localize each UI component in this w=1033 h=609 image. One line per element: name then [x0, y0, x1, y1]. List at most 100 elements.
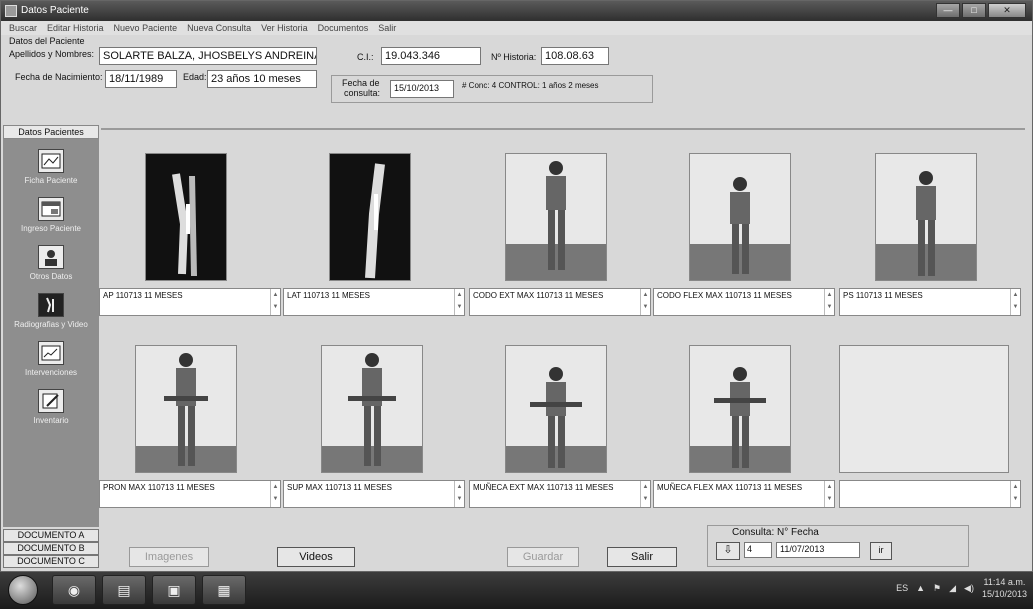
tab-documento-a[interactable]: DOCUMENTO A [3, 529, 99, 542]
caption-text: SUP MAX 110713 11 MESES [287, 483, 392, 492]
caption-field[interactable]: AP 110713 11 MESES ▲ ▼ [99, 288, 281, 316]
close-button[interactable]: ✕ [988, 3, 1026, 18]
maximize-button[interactable]: □ [962, 3, 986, 18]
media-icon[interactable]: ▣ [152, 575, 196, 605]
consulta-down-icon[interactable]: ⇩ [716, 542, 740, 560]
photo-pron-max[interactable] [135, 345, 237, 473]
birth-label: Fecha de Nacimiento: [15, 72, 103, 82]
sidebar-item-otros-datos[interactable]: Otros Datos [3, 243, 99, 291]
tab-documento-c[interactable]: DOCUMENTO C [3, 555, 99, 568]
caption-scrollbar[interactable]: ▲ ▼ [270, 289, 280, 315]
consulta-go-button[interactable]: ir [870, 542, 892, 560]
name-label: Apellidos y Nombres: [9, 49, 95, 59]
caption-text: CODO FLEX MAX 110713 11 MESES [657, 291, 792, 300]
menu-salir[interactable]: Salir [378, 21, 396, 35]
volume-icon[interactable]: ◀) [964, 583, 974, 594]
caption-scrollbar[interactable]: ▲ ▼ [454, 481, 464, 507]
guardar-button[interactable]: Guardar [507, 547, 579, 567]
age-label: Edad: [183, 72, 207, 82]
id-card-icon [38, 149, 64, 173]
sidebar-item-ficha-paciente[interactable]: Ficha Paciente [3, 147, 99, 195]
photo-codo-ext[interactable] [505, 153, 607, 281]
caption-field[interactable]: CODO EXT MAX 110713 11 MESES ▲ ▼ [469, 288, 651, 316]
tray-arrow-icon[interactable]: ▲ [916, 583, 925, 593]
caption-field[interactable]: LAT 110713 11 MESES ▲ ▼ [283, 288, 465, 316]
consult-date-box: Fecha de consulta: 15/10/2013 # Conc: 4 … [331, 75, 653, 103]
caption-scrollbar[interactable]: ▲ ▼ [640, 481, 650, 507]
historia-field[interactable]: 108.08.63 [541, 47, 609, 65]
imagenes-button[interactable]: Imagenes [129, 547, 209, 567]
menu-buscar[interactable]: Buscar [9, 21, 37, 35]
sidebar-item-radiografias[interactable]: Radiografias y Video [3, 291, 99, 339]
clock-date: 15/10/2013 [981, 589, 1027, 599]
language-indicator[interactable]: ES [896, 583, 908, 593]
person-icon [38, 245, 64, 269]
consulta-label: Consulta: N° Fecha [732, 527, 819, 538]
photo-codo-flex[interactable] [689, 153, 791, 281]
caption-scrollbar[interactable]: ▲ ▼ [454, 289, 464, 315]
caption-scrollbar[interactable]: ▲ ▼ [1010, 289, 1020, 315]
menu-editar-historia[interactable]: Editar Historia [47, 21, 104, 35]
app-window-icon[interactable]: ▦ [202, 575, 246, 605]
network-icon[interactable]: ◢ [949, 583, 956, 594]
menu-nueva-consulta[interactable]: Nueva Consulta [187, 21, 251, 35]
consult-date-label: Fecha de [342, 78, 380, 88]
caption-field[interactable]: PRON MAX 110713 11 MESES ▲ ▼ [99, 480, 281, 508]
consult-date-field[interactable]: 15/10/2013 [390, 80, 454, 98]
caption-field[interactable]: ▲ ▼ [839, 480, 1021, 508]
clock-time: 11:14 a.m. [983, 577, 1026, 587]
consult-date-label-2: consulta: [344, 88, 381, 98]
menu-nuevo-paciente[interactable]: Nuevo Paciente [114, 21, 178, 35]
photo-empty-slot[interactable] [839, 345, 1009, 473]
minimize-button[interactable]: — [936, 3, 960, 18]
start-icon[interactable] [8, 575, 38, 605]
caption-field[interactable]: PS 110713 11 MESES ▲ ▼ [839, 288, 1021, 316]
caption-field[interactable]: MUÑECA EXT MAX 110713 11 MESES ▲ ▼ [469, 480, 651, 508]
sidebar-body: Ficha Paciente Ingreso Paciente Otros Da… [3, 139, 99, 527]
sidebar-item-inventario[interactable]: Inventario [3, 387, 99, 435]
caption-scrollbar[interactable]: ▲ ▼ [824, 289, 834, 315]
caption-scrollbar[interactable]: ▲ ▼ [640, 289, 650, 315]
sidebar-item-label: Ingreso Paciente [20, 224, 82, 233]
salir-button[interactable]: Salir [607, 547, 677, 567]
photo-ap-xray[interactable] [145, 153, 227, 281]
photo-lat-xray[interactable] [329, 153, 411, 281]
sidebar-item-ingreso-paciente[interactable]: Ingreso Paciente [3, 195, 99, 243]
name-field[interactable]: SOLARTE BALZA, JHOSBELYS ANDREINA [99, 47, 317, 65]
consulta-date-field[interactable]: 11/07/2013 [776, 542, 860, 558]
ci-field[interactable]: 19.043.346 [381, 47, 481, 65]
caption-text: MUÑECA EXT MAX 110713 11 MESES [473, 483, 614, 492]
caption-scrollbar[interactable]: ▲ ▼ [824, 481, 834, 507]
sidebar-item-intervenciones[interactable]: Intervenciones [3, 339, 99, 387]
age-field[interactable]: 23 años 10 meses [207, 70, 317, 88]
tab-documento-b[interactable]: DOCUMENTO B [3, 542, 99, 555]
action-bar: Imagenes Videos Guardar Salir Consulta: … [101, 525, 1029, 571]
sidebar-header[interactable]: Datos Pacientes [3, 125, 99, 139]
menu-documentos[interactable]: Documentos [318, 21, 369, 35]
consult-info: # Conc: 4 CONTROL: 1 años 2 meses [462, 81, 599, 90]
sidebar: Datos Pacientes Ficha Paciente Ingreso P… [3, 125, 99, 571]
historia-label: Nº Historia: [491, 52, 537, 62]
photo-muneca-ext[interactable] [505, 345, 607, 473]
chart-icon [38, 341, 64, 365]
caption-field[interactable]: CODO FLEX MAX 110713 11 MESES ▲ ▼ [653, 288, 835, 316]
flag-icon[interactable]: ⚑ [933, 583, 941, 594]
sidebar-item-label: Ficha Paciente [24, 176, 78, 185]
caption-scrollbar[interactable]: ▲ ▼ [1010, 481, 1020, 507]
consulta-number-field[interactable]: 4 [744, 542, 772, 558]
clock[interactable]: 11:14 a.m. 15/10/2013 [982, 576, 1027, 600]
caption-field[interactable]: SUP MAX 110713 11 MESES ▲ ▼ [283, 480, 465, 508]
consulta-selector: Consulta: N° Fecha ⇩ 4 11/07/2013 ir [707, 525, 969, 567]
caption-field[interactable]: MUÑECA FLEX MAX 110713 11 MESES ▲ ▼ [653, 480, 835, 508]
videos-button[interactable]: Videos [277, 547, 355, 567]
menu-ver-historia[interactable]: Ver Historia [261, 21, 308, 35]
photo-sup-max[interactable] [321, 345, 423, 473]
window-title: Datos Paciente [21, 5, 89, 16]
browser-icon[interactable]: ◉ [52, 575, 96, 605]
folder-icon[interactable]: ▤ [102, 575, 146, 605]
caption-text: PS 110713 11 MESES [843, 291, 923, 300]
birth-field[interactable]: 18/11/1989 [105, 70, 177, 88]
photo-muneca-flex[interactable] [689, 345, 791, 473]
photo-ps[interactable] [875, 153, 977, 281]
caption-scrollbar[interactable]: ▲ ▼ [270, 481, 280, 507]
